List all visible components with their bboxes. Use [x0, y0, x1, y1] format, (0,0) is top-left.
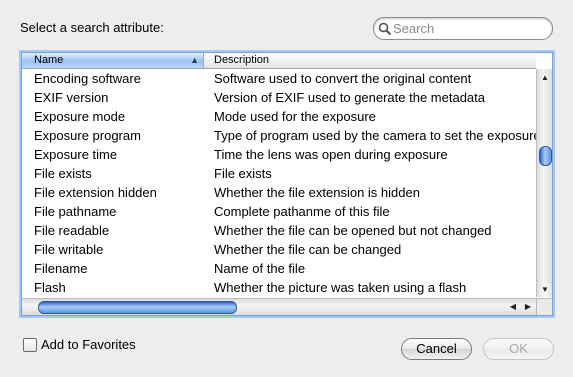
table-row[interactable]: EXIF version Version of EXIF used to gene… — [22, 88, 536, 107]
attribute-name-cell: Encoding software — [34, 71, 141, 86]
sort-up-icon: ▲ — [190, 55, 199, 65]
scroll-left-arrow-icon[interactable]: ◀ — [506, 299, 520, 315]
attribute-name-cell: Exposure mode — [34, 109, 126, 124]
attribute-description-cell: Complete pathanme of this file — [214, 204, 390, 219]
table-row[interactable]: Exposure time Time the lens was open duri… — [22, 145, 536, 164]
attribute-description-cell: Time the lens was open during exposure — [214, 147, 448, 162]
vertical-scrollbar[interactable]: ▲ ▼ — [536, 69, 552, 297]
attribute-description-cell: Software used to convert the original co… — [214, 71, 472, 86]
attribute-name-cell: File readable — [34, 223, 110, 238]
add-to-favorites-checkbox[interactable]: Add to Favorites — [23, 337, 136, 352]
table-row[interactable]: File exists File exists — [22, 164, 536, 183]
attribute-name-cell: File pathname — [34, 204, 117, 219]
attribute-name-cell: File extension hidden — [34, 185, 157, 200]
table-row[interactable]: Filename Name of the file — [22, 259, 536, 278]
attribute-description-cell: File exists — [214, 166, 272, 181]
attribute-description-cell: Whether the picture was taken using a fl… — [214, 280, 467, 295]
attribute-name-cell: Exposure program — [34, 128, 141, 143]
dialog-prompt: Select a search attribute: — [20, 20, 164, 35]
scroll-up-arrow-icon[interactable]: ▲ — [537, 71, 552, 85]
table-row[interactable]: File extension hidden Whether the file ex… — [22, 183, 536, 202]
horizontal-scrollbar[interactable]: ◀ ▶ — [22, 298, 536, 315]
attribute-description-cell: Type of program used by the camera to se… — [214, 128, 536, 143]
attribute-name-cell: File exists — [34, 166, 92, 181]
table-row[interactable]: Exposure mode Mode used for the exposure — [22, 107, 536, 126]
search-attribute-dialog: Select a search attribute: Name ▲ Descri… — [0, 0, 573, 377]
horizontal-scroll-thumb[interactable] — [38, 301, 237, 314]
search-input[interactable] — [393, 20, 543, 36]
attribute-description-cell: Whether the file can be changed — [214, 242, 402, 257]
column-header-description-label: Description — [214, 54, 270, 66]
table-body: Encoding software Software used to conver… — [22, 69, 536, 297]
table-row[interactable]: File writable Whether the file can be cha… — [22, 240, 536, 259]
attribute-name-cell: Exposure time — [34, 147, 118, 162]
ok-button[interactable]: OK — [483, 338, 554, 360]
table-header: Name ▲ Description — [22, 53, 536, 69]
table-row[interactable]: Flash Whether the picture was taken using… — [22, 278, 536, 297]
checkbox-box[interactable] — [23, 337, 37, 352]
table-row[interactable]: Encoding software Software used to conver… — [22, 69, 536, 88]
attribute-description-cell: Whether the file extension is hidden — [214, 185, 420, 200]
search-icon — [378, 22, 392, 36]
attribute-name-cell: Filename — [34, 261, 88, 276]
scroll-right-arrow-icon[interactable]: ▶ — [521, 299, 535, 315]
attribute-description-cell: Mode used for the exposure — [214, 109, 376, 124]
table-row[interactable]: File pathname Complete pathanme of this f… — [22, 202, 536, 221]
scroll-down-arrow-icon[interactable]: ▼ — [537, 283, 552, 297]
add-to-favorites-label: Add to Favorites — [41, 337, 136, 352]
scrollbar-corner — [536, 298, 552, 315]
attribute-name-cell: EXIF version — [34, 90, 109, 105]
attribute-name-cell: Flash — [34, 280, 66, 295]
attribute-name-cell: File writable — [34, 242, 104, 257]
column-header-name[interactable]: Name ▲ — [22, 53, 204, 68]
cancel-button[interactable]: Cancel — [401, 338, 472, 360]
attribute-description-cell: Version of EXIF used to generate the met… — [214, 90, 486, 105]
table-row[interactable]: Exposure program Type of program used by … — [22, 126, 536, 145]
table-row[interactable]: File readable Whether the file can be ope… — [22, 221, 536, 240]
attribute-description-cell: Whether the file can be opened but not c… — [214, 223, 492, 238]
vertical-scroll-thumb[interactable] — [539, 146, 552, 166]
attribute-table[interactable]: Name ▲ Description Encoding software Soft… — [21, 52, 553, 316]
attribute-description-cell: Name of the file — [214, 261, 306, 276]
column-header-name-label: Name — [34, 54, 64, 66]
column-header-description[interactable]: Description — [204, 53, 536, 68]
search-field[interactable] — [373, 17, 553, 40]
